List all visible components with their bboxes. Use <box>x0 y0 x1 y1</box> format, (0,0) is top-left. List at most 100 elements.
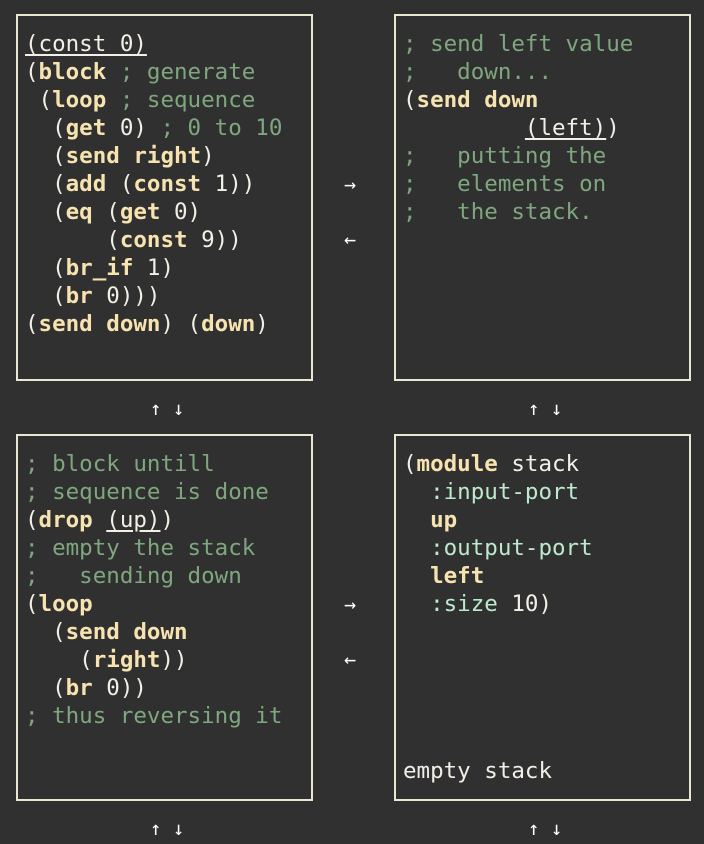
code-keyword: get <box>65 115 107 141</box>
node-top-left[interactable]: (const 0) (block ; generate (loop ; seque… <box>16 14 313 381</box>
code-text: )) <box>160 647 188 673</box>
code-line: (block ; generate <box>25 58 311 86</box>
code-line: (send down <box>403 86 689 114</box>
code-comment: ; elements on <box>403 171 607 197</box>
node-bottom-left[interactable]: ; block untill; sequence is done (drop (u… <box>16 434 313 801</box>
code-symbol: :output-port <box>430 535 593 561</box>
code-line: :input-port <box>403 478 689 506</box>
node-bottom-right[interactable]: (module stack :input-port up :output-por… <box>394 434 691 801</box>
up-down-arrows-icon: ↑ ↓ <box>150 818 185 840</box>
code-keyword: get <box>119 199 161 225</box>
code-line: ; sending down <box>25 562 311 590</box>
code-line: (drop (up)) <box>25 506 311 534</box>
code-line: ; down... <box>403 58 689 86</box>
code-keyword: br_if <box>65 255 134 281</box>
code-keyword: send <box>38 311 93 337</box>
code-text: ( <box>25 255 66 281</box>
code-text: ( <box>25 675 66 701</box>
code-comment: ; putting the <box>403 143 607 169</box>
code-text: ( <box>25 171 66 197</box>
code-text: ( <box>403 87 417 113</box>
code-line: :output-port <box>403 534 689 562</box>
code-line: ; send left value <box>403 30 689 58</box>
code-line: (send down <box>25 618 311 646</box>
code-text: ( <box>403 451 417 477</box>
code-text: ( <box>92 199 120 225</box>
code-comment: ; down... <box>403 59 553 85</box>
code-text: ( <box>25 115 66 141</box>
code-comment: ; sequence <box>119 87 256 113</box>
code-text: ) <box>201 143 215 169</box>
code-keyword: const <box>133 171 202 197</box>
left-arrow-icon: ← <box>344 647 357 671</box>
up-down-arrows-icon: ↑ ↓ <box>528 398 563 420</box>
code-text: ) ( <box>160 311 202 337</box>
code-keyword: up <box>430 507 458 533</box>
code-line: ; empty the stack <box>25 534 311 562</box>
code-listing: (const 0) (block ; generate (loop ; seque… <box>25 30 311 338</box>
code-keyword: right <box>133 143 202 169</box>
code-line: up <box>403 506 689 534</box>
code-text: stack <box>497 451 580 477</box>
right-arrow-icon: → <box>344 592 357 616</box>
code-symbol: :input-port <box>430 479 580 505</box>
code-keyword: send <box>65 619 120 645</box>
code-line: (eq (get 0) <box>25 198 311 226</box>
code-line: (add (const 1)) <box>25 170 311 198</box>
code-comment: ; 0 to 10 <box>160 115 283 141</box>
code-keyword: send <box>416 87 471 113</box>
code-text: ) <box>255 311 269 337</box>
code-line: ; block untill <box>25 450 311 478</box>
up-down-arrows-icon: ↑ ↓ <box>150 398 185 420</box>
code-keyword: module <box>416 451 498 477</box>
code-keyword: send <box>65 143 120 169</box>
code-highlight: (up) <box>106 507 161 533</box>
code-text: 9)) <box>187 227 242 253</box>
code-text: ( <box>25 311 39 337</box>
left-arrow-icon: ← <box>344 227 357 251</box>
code-keyword: down <box>484 87 539 113</box>
code-comment: ; generate <box>119 59 256 85</box>
code-line: (module stack <box>403 450 689 478</box>
code-line: (right)) <box>25 646 311 674</box>
code-highlight: (left) <box>524 115 607 141</box>
code-keyword: down <box>133 619 188 645</box>
code-keyword: br <box>65 675 93 701</box>
code-comment: ; sending down <box>25 563 242 589</box>
code-keyword: br <box>65 283 93 309</box>
code-keyword: loop <box>52 87 107 113</box>
code-text: ( <box>25 619 66 645</box>
code-text: 0) <box>160 199 202 225</box>
code-line: ; the stack. <box>403 198 689 226</box>
code-keyword: drop <box>38 507 93 533</box>
code-text: 1) <box>133 255 175 281</box>
code-line: (loop <box>25 590 311 618</box>
code-text: ) <box>606 115 620 141</box>
code-keyword: const <box>119 227 188 253</box>
code-listing: (module stack :input-port up :output-por… <box>403 450 689 618</box>
code-keyword: eq <box>65 199 93 225</box>
code-text: 10) <box>497 591 553 617</box>
code-comment: ; send left value <box>403 31 634 57</box>
code-keyword: loop <box>38 591 93 617</box>
code-comment: ; block untill <box>25 451 215 477</box>
code-text: ( <box>106 171 134 197</box>
node-top-right[interactable]: ; send left value; down... (send down (le… <box>394 14 691 381</box>
code-text: 0)) <box>92 675 147 701</box>
code-highlight: (const 0) <box>25 31 147 57</box>
code-comment: ; the stack. <box>403 199 593 225</box>
code-keyword: down <box>106 311 161 337</box>
code-line: ; thus reversing it <box>25 702 311 730</box>
code-text: ( <box>25 283 66 309</box>
code-text: ( <box>25 227 120 253</box>
code-comment: ; thus reversing it <box>25 703 283 729</box>
